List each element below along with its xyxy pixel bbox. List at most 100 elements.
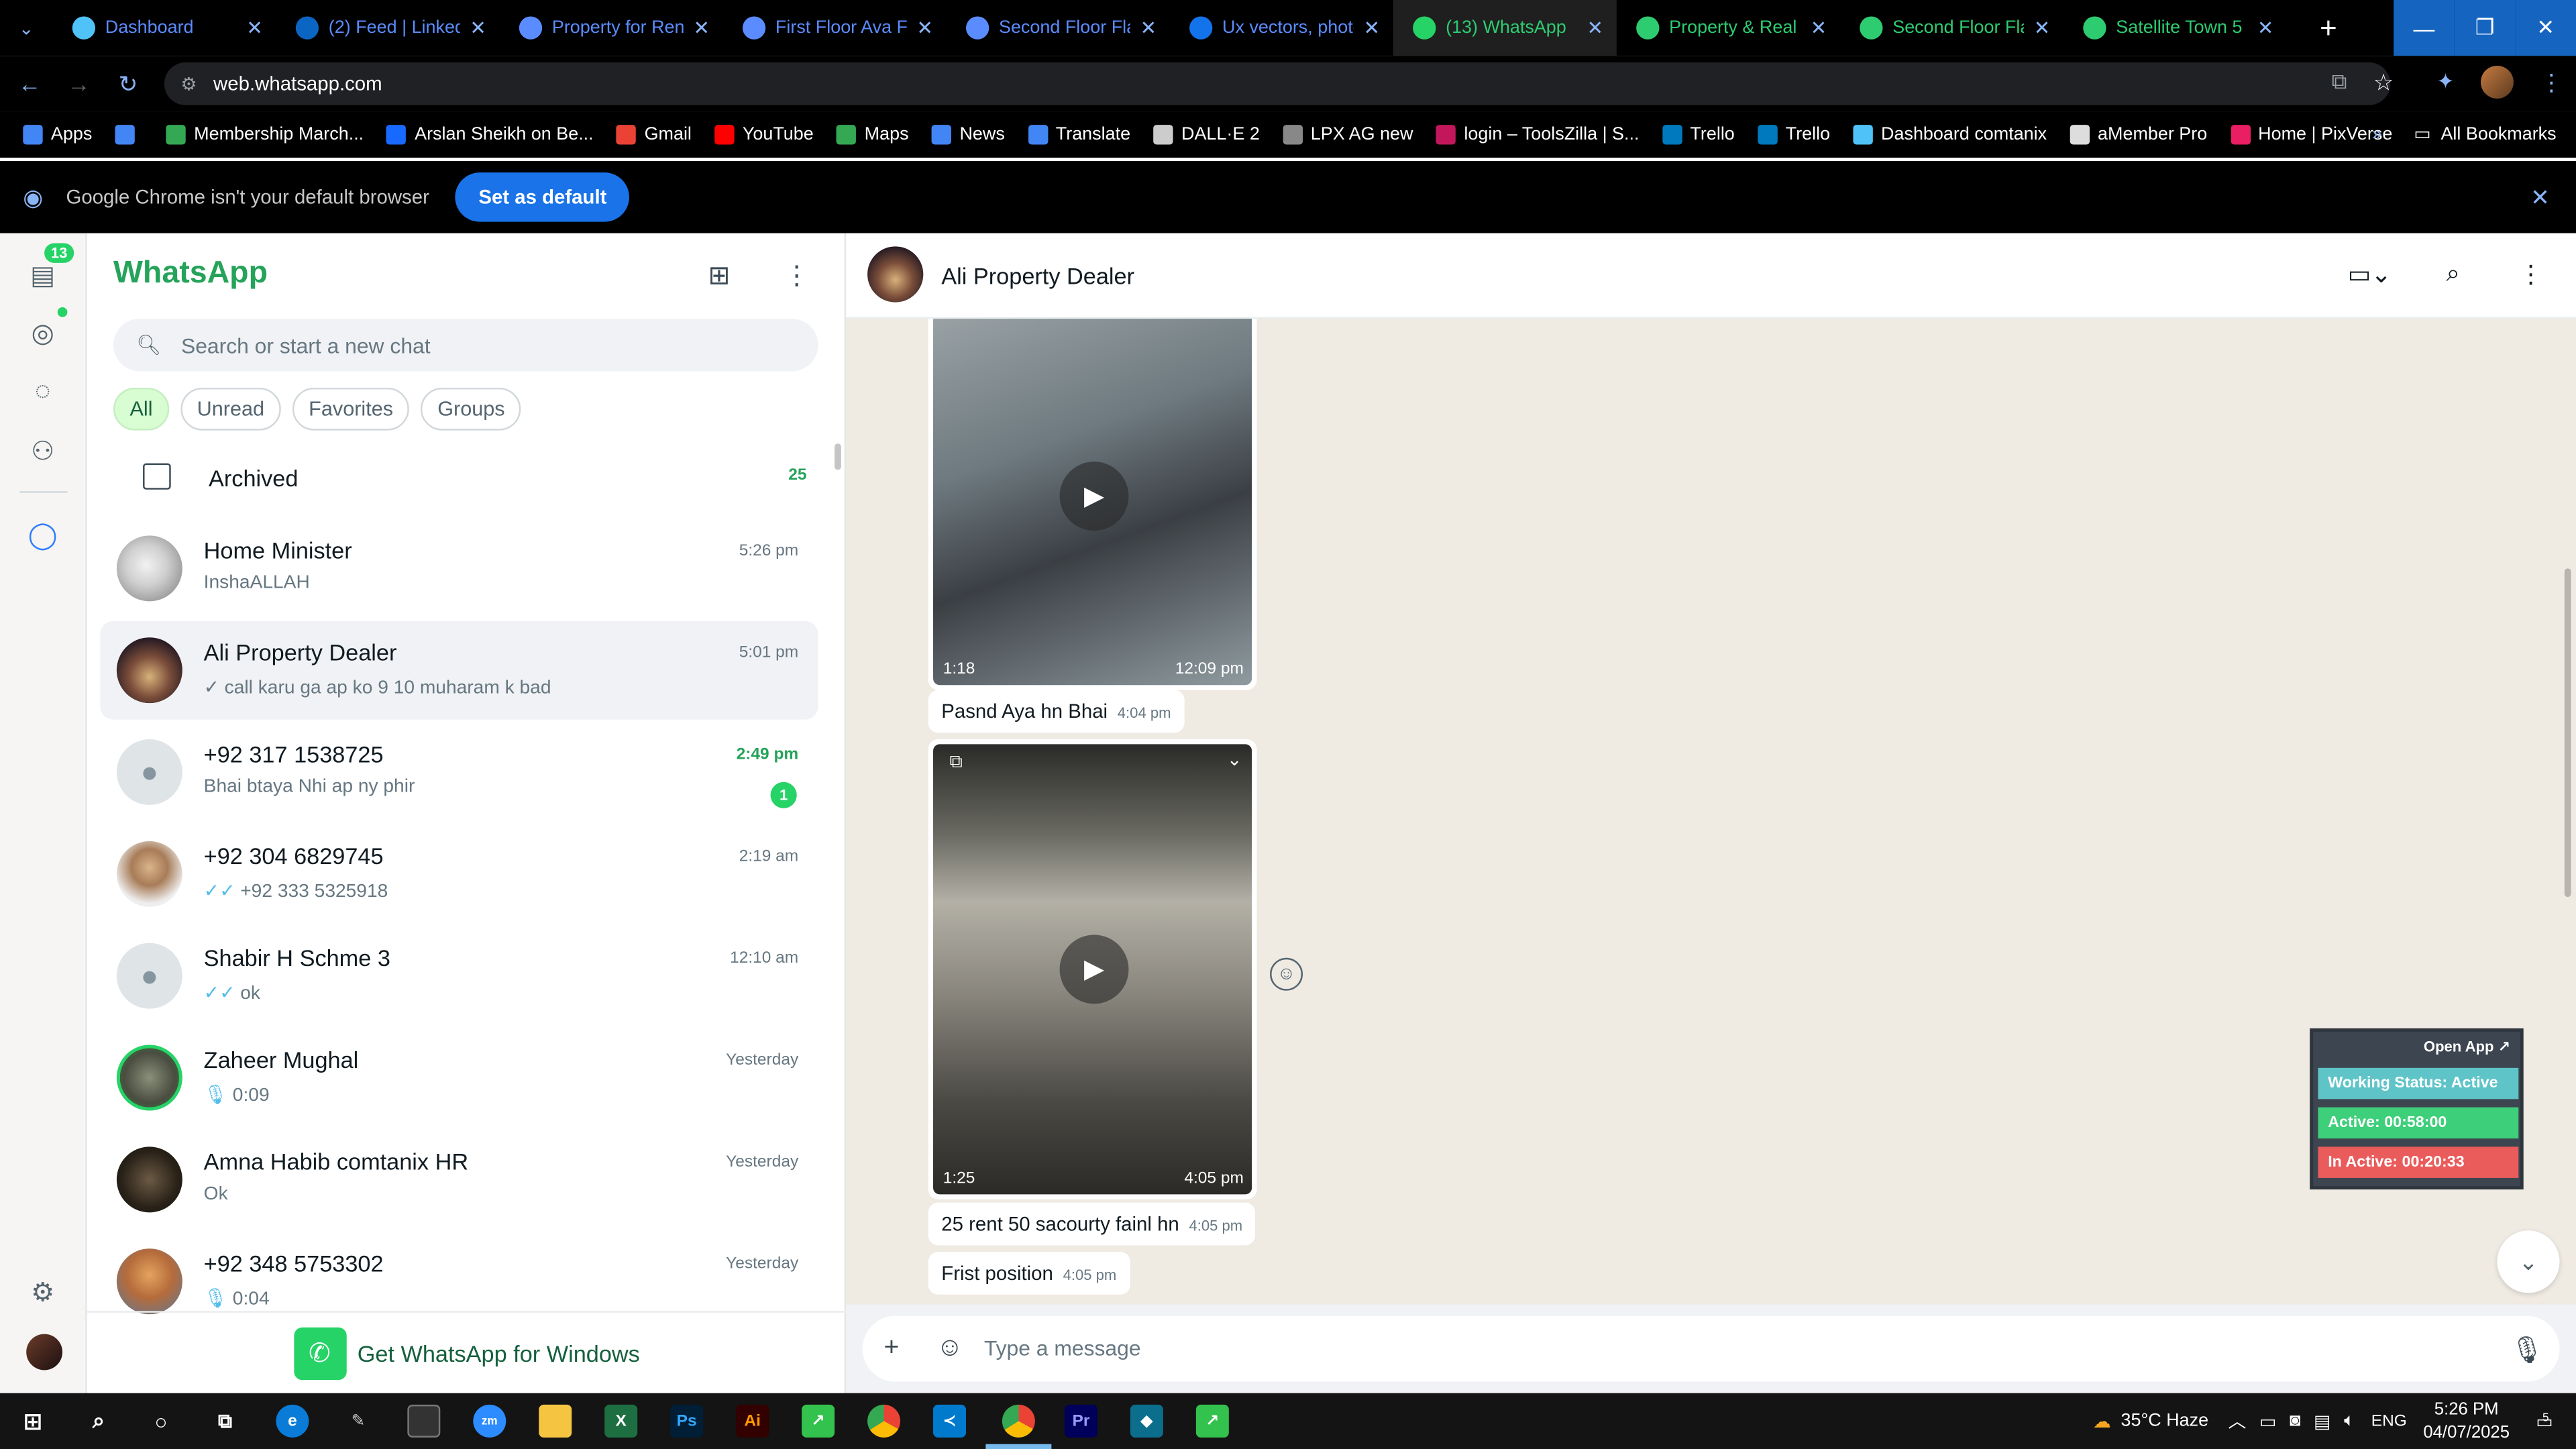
user-avatar[interactable] xyxy=(26,1334,63,1371)
browser-tab[interactable]: Second Floor Flat ✕ xyxy=(1840,0,2063,56)
text-message[interactable]: 25 rent 50 sacourty fainl hn 4:05 pm xyxy=(928,1202,1256,1246)
edge-icon[interactable]: e xyxy=(276,1404,309,1438)
video-message[interactable]: ▶ 1:18 12:09 pm xyxy=(928,319,1257,690)
close-tab-icon[interactable]: ✕ xyxy=(693,16,710,39)
premiere-icon[interactable]: Pr xyxy=(1064,1404,1097,1438)
filter-chip-groups[interactable]: Groups xyxy=(421,387,522,431)
close-tab-icon[interactable]: ✕ xyxy=(1587,16,1604,39)
close-tab-icon[interactable]: ✕ xyxy=(246,16,263,39)
filter-chip-all[interactable]: All xyxy=(113,387,170,431)
file-explorer-icon[interactable] xyxy=(539,1404,572,1438)
browser-tab[interactable]: Property & Real E ✕ xyxy=(1617,0,1840,56)
set-as-default-button[interactable]: Set as default xyxy=(455,172,630,222)
bookmark-item[interactable]: Translate xyxy=(1028,125,1130,145)
browser-tab[interactable]: Second Floor Flat ✕ xyxy=(947,0,1170,56)
close-tab-icon[interactable]: ✕ xyxy=(470,16,486,39)
vscode-icon[interactable]: ≺ xyxy=(933,1404,967,1438)
chat-list-item[interactable]: +92 304 6829745 ✓✓ +92 333 5325918 2:19 a… xyxy=(100,824,818,923)
chat-avatar[interactable] xyxy=(116,1248,182,1315)
conversation-scrollbar[interactable] xyxy=(2564,568,2571,898)
start-icon[interactable]: ⊞ xyxy=(16,1405,49,1438)
chat-list-item[interactable]: Zaheer Mughal 🎙︎ 0:09 Yesterday xyxy=(100,1028,818,1127)
forward-media-icon[interactable]: ⧉ xyxy=(950,753,963,774)
bookmarks-overflow-icon[interactable]: » xyxy=(2372,125,2382,144)
weather-text[interactable]: 35°C Haze xyxy=(2121,1411,2209,1431)
close-tab-icon[interactable]: ✕ xyxy=(1140,16,1157,39)
address-bar[interactable]: ⚙ web.whatsapp.com xyxy=(164,62,2391,105)
chat-avatar[interactable]: ● xyxy=(116,739,182,806)
search-chat-icon[interactable]: ⌕ xyxy=(2447,260,2461,288)
video-message[interactable]: ⧉ ⌄ ▶ 1:25 4:05 pm xyxy=(928,739,1257,1199)
browser-tab[interactable]: Dashboard ✕ xyxy=(52,0,276,56)
app-icon[interactable]: ◆ xyxy=(1130,1404,1163,1438)
bookmark-item[interactable]: Dashboard comtanix xyxy=(1853,125,2047,145)
filter-chip-unread[interactable]: Unread xyxy=(180,387,281,431)
zoom-icon[interactable]: zm xyxy=(473,1404,506,1438)
profile-avatar[interactable] xyxy=(2480,65,2514,99)
illustrator-icon[interactable]: Ai xyxy=(736,1404,769,1438)
settings-icon[interactable]: ⚙ xyxy=(25,1275,61,1311)
channels-icon[interactable]: ◌ xyxy=(25,374,61,411)
chat-list-item[interactable]: ● +92 317 1538725 Bhai btaya Nhi ap ny p… xyxy=(100,723,818,822)
meta-ai-icon[interactable]: ◯ xyxy=(25,517,61,553)
message-input[interactable]: Type a message xyxy=(984,1336,1141,1360)
filter-chip-favorites[interactable]: Favorites xyxy=(292,387,410,431)
chat-list-item[interactable]: Home Minister InshaALLAH 5:26 pm xyxy=(100,519,818,618)
browser-tab[interactable]: Property for Rent ✕ xyxy=(499,0,722,56)
notifications-icon[interactable]: ▭ 5 xyxy=(2536,1410,2553,1432)
chrome-menu-icon[interactable]: ⋮ xyxy=(2540,68,2563,97)
site-info-icon[interactable]: ⚙ xyxy=(180,73,197,94)
chat-menu-icon[interactable]: ⋮ xyxy=(2518,260,2543,289)
app-icon[interactable]: ↗ xyxy=(802,1404,835,1438)
bookmark-star-icon[interactable]: ☆ xyxy=(2373,68,2394,97)
task-view-icon[interactable]: ⧉ xyxy=(209,1405,241,1438)
close-window-button[interactable]: ✕ xyxy=(2515,0,2576,56)
bookmark-item[interactable]: Maps xyxy=(837,125,909,145)
text-message[interactable]: Frist position 4:05 pm xyxy=(928,1252,1130,1295)
forward-icon[interactable]: → xyxy=(54,70,103,97)
message-options-icon[interactable]: ⌄ xyxy=(1227,749,1242,770)
scrollbar[interactable] xyxy=(835,443,841,470)
play-icon[interactable]: ▶ xyxy=(1059,934,1129,1004)
bookmark-item[interactable]: Membership March... xyxy=(166,125,364,145)
bookmark-item[interactable] xyxy=(115,125,144,145)
bookmark-item[interactable]: Gmail xyxy=(616,125,692,145)
video-call-icon[interactable]: ▭⌄ xyxy=(2348,260,2392,289)
contact-avatar[interactable] xyxy=(867,246,924,303)
search-icon[interactable]: ⌕ xyxy=(82,1405,115,1438)
network-icon[interactable]: ▤ xyxy=(2314,1410,2330,1432)
bookmark-item[interactable]: Trello xyxy=(1662,125,1735,145)
chat-list-item[interactable]: Amna Habib comtanix HR Ok Yesterday xyxy=(100,1130,818,1229)
browser-tab[interactable]: Ux vectors, photos ✕ xyxy=(1170,0,1393,56)
mic-icon[interactable]: 🎙︎ xyxy=(2510,1334,2544,1367)
attach-plus-icon[interactable]: + xyxy=(884,1334,900,1364)
bookmark-item[interactable]: Apps xyxy=(23,125,92,145)
cortana-icon[interactable]: ○ xyxy=(145,1405,178,1438)
close-tab-icon[interactable]: ✕ xyxy=(1364,16,1381,39)
bookmark-item[interactable]: DALL·E 2 xyxy=(1153,125,1260,145)
scroll-to-bottom-button[interactable]: ⌄ xyxy=(2497,1230,2560,1293)
restore-button[interactable]: ❐ xyxy=(2454,0,2516,56)
chats-icon[interactable]: ▤ xyxy=(25,258,61,294)
conversation-header[interactable]: Ali Property Dealer ▭⌄ ⌕ ⋮ xyxy=(846,233,2576,319)
terminal-icon[interactable] xyxy=(407,1404,441,1438)
chat-avatar[interactable] xyxy=(116,841,182,907)
react-emoji-icon[interactable]: ☺ xyxy=(1270,957,1303,991)
bookmark-item[interactable]: Home | PixVerse xyxy=(2230,125,2392,145)
chat-avatar[interactable]: ● xyxy=(116,943,182,1009)
get-whatsapp-windows-link[interactable]: ✆ Get WhatsApp for Windows xyxy=(87,1311,847,1393)
browser-tab[interactable]: (2) Feed | LinkedIn ✕ xyxy=(276,0,499,56)
meet-icon[interactable]: ▭ xyxy=(2259,1410,2276,1432)
bookmark-item[interactable]: Trello xyxy=(1758,125,1830,145)
browser-tab[interactable]: (13) WhatsApp ✕ xyxy=(1393,0,1617,56)
bookmark-item[interactable]: login – ToolsZilla | S... xyxy=(1436,125,1640,145)
chrome-taskbar-icon[interactable] xyxy=(867,1404,901,1438)
minimize-button[interactable]: — xyxy=(2394,0,2455,56)
tab-search-icon[interactable]: ⌄ xyxy=(0,17,52,38)
message-input-box[interactable]: + ☺ Type a message 🎙︎ xyxy=(862,1316,2560,1382)
contact-name[interactable]: Ali Property Dealer xyxy=(941,263,1134,289)
new-chat-icon[interactable]: ⊞ xyxy=(708,260,731,292)
browser-tab[interactable]: Satellite Town 5 M ✕ xyxy=(2063,0,2287,56)
bookmark-item[interactable]: News xyxy=(931,125,1005,145)
app-icon[interactable]: ↗ xyxy=(1195,1404,1229,1438)
